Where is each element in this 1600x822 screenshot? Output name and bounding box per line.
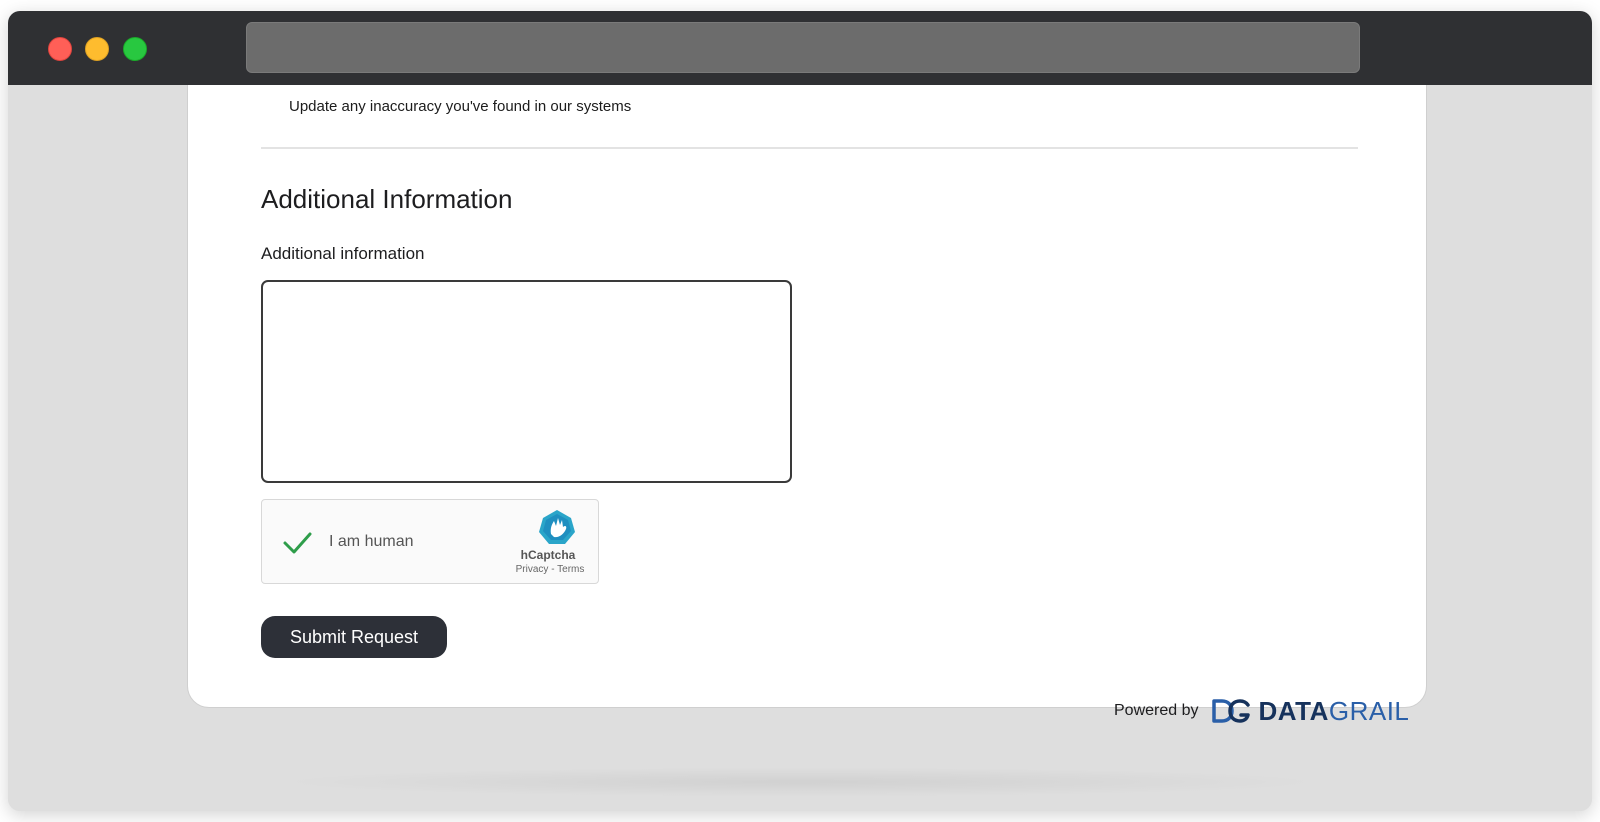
brand-name-bold[interactable]: DATA [1259,696,1329,727]
page-content: Update any inaccuracy you've found in ou… [8,85,1592,811]
hcaptcha-terms-link[interactable]: Terms [557,564,584,575]
datagrail-logo-icon [1211,699,1250,723]
hcaptcha-brand: hCaptcha [520,548,576,562]
section-title: Additional Information [261,184,513,214]
hcaptcha-links: Privacy - Terms [502,564,598,575]
address-bar[interactable] [246,22,1360,73]
browser-window: Update any inaccuracy you've found in ou… [8,11,1592,811]
request-form-card: Update any inaccuracy you've found in ou… [187,85,1427,708]
maximize-window-button[interactable] [123,37,147,61]
radio-option-description: Update any inaccuracy you've found in ou… [289,98,632,115]
checkmark-icon[interactable] [280,526,314,560]
powered-by-footer: Powered by DATA GRAIL [1114,696,1409,726]
hcaptcha-privacy-link[interactable]: Privacy [516,564,549,575]
section-divider [261,147,1358,149]
powered-by-text: Powered by [1114,702,1199,719]
additional-info-textarea[interactable] [261,280,792,483]
hcaptcha-widget: I am human hCaptcha Privacy - Terms [261,499,599,584]
close-window-button[interactable] [48,37,72,61]
minimize-window-button[interactable] [85,37,109,61]
brand-name-light[interactable]: GRAIL [1329,696,1410,727]
captcha-label: I am human [329,533,414,550]
hcaptcha-link-separator: - [548,564,558,575]
page-bottom-shadow [268,767,1332,797]
additional-info-label: Additional information [261,244,425,263]
hcaptcha-logo-icon [539,510,575,544]
submit-request-button[interactable]: Submit Request [261,616,447,658]
browser-titlebar [8,11,1592,85]
